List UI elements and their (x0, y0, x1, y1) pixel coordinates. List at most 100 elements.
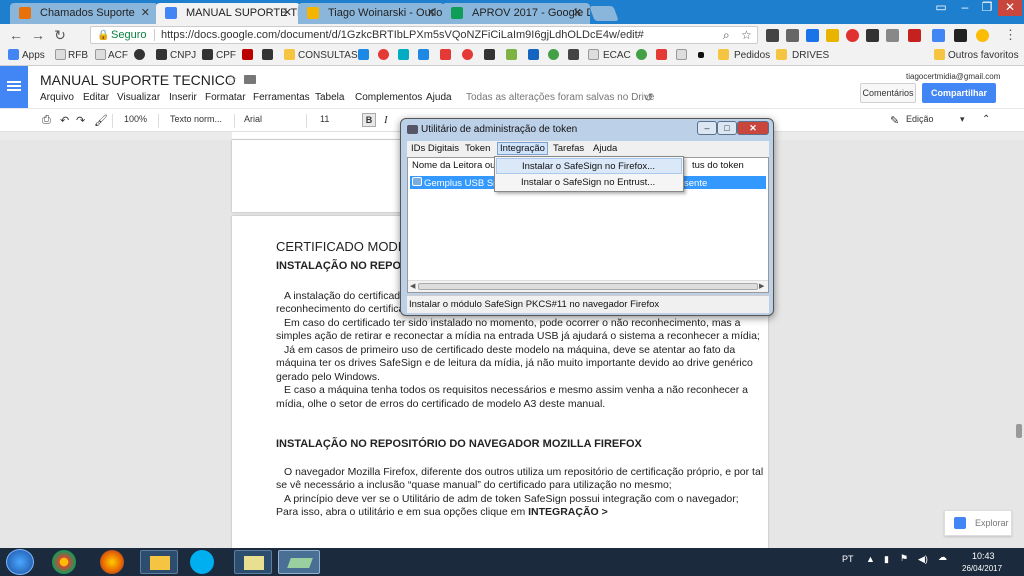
undo-icon[interactable]: ↶ (60, 114, 69, 127)
doc-line[interactable]: Já em casos de primeiro uso de certifica… (284, 344, 735, 357)
menu-tarefas[interactable]: Tarefas (553, 143, 584, 154)
horizontal-scrollbar[interactable]: ◀ ▶ (408, 280, 768, 292)
start-button[interactable] (6, 549, 34, 575)
bold-button[interactable]: B (362, 113, 376, 127)
bookmark-ecac[interactable]: ECAC (603, 49, 631, 63)
bookmark-cnpj[interactable]: CNPJ (170, 49, 196, 63)
search-icon[interactable]: ⌕ (723, 28, 730, 43)
page-scrollbar-thumb[interactable] (1016, 424, 1022, 438)
maximize-icon[interactable]: ❐ (976, 0, 998, 16)
close-icon[interactable]: ✕ (283, 3, 292, 24)
reload-icon[interactable]: ↻ (52, 27, 68, 43)
tab-chamados-suporte[interactable]: Chamados Suporte ✕ (10, 3, 158, 24)
share-button[interactable]: Compartilhar (922, 83, 996, 103)
menu-item-install-firefox[interactable]: Instalar o SafeSign no Firefox... (496, 158, 682, 174)
menu-arquivo[interactable]: Arquivo (40, 92, 74, 103)
star-icon[interactable]: ☆ (226, 72, 238, 88)
doc-line[interactable]: O navegador Mozilla Firefox, diferente d… (284, 466, 763, 479)
extension-icon[interactable] (786, 29, 799, 42)
doc-section-title[interactable]: INSTALAÇÃO NO REPOSITÓRIO DO NAVEGADOR M… (276, 438, 642, 451)
apps-grid-icon[interactable] (8, 49, 19, 60)
tray-expand-icon[interactable]: ▲ (866, 554, 875, 564)
font-size-select[interactable]: 11 (320, 114, 329, 124)
doc-section-title[interactable]: INSTALAÇÃO NO REPOSI (276, 260, 411, 273)
tab-outlook[interactable]: Tiago Woinarski - Outlook ✕ (298, 3, 444, 24)
new-tab-button[interactable] (589, 6, 619, 21)
menu-ferramentas[interactable]: Ferramentas (253, 92, 310, 103)
folder-app-icon[interactable] (234, 550, 272, 574)
comments-button[interactable]: Comentários (860, 83, 916, 103)
menu-token[interactable]: Token (465, 143, 490, 154)
clock-time[interactable]: 10:43 (972, 551, 995, 561)
explorer-icon[interactable] (140, 550, 178, 574)
italic-button[interactable]: I (384, 114, 388, 126)
menu-item-install-entrust[interactable]: Instalar o SafeSign no Entrust... (496, 175, 682, 191)
scroll-right-icon[interactable]: ▶ (759, 282, 764, 290)
bookmark-pedidos[interactable]: Pedidos (734, 49, 770, 63)
extension-icon[interactable] (866, 29, 879, 42)
print-icon[interactable]: ⎙ (42, 114, 51, 127)
minimize-icon[interactable]: – (954, 0, 976, 16)
mode-select[interactable]: Edição (906, 114, 934, 124)
doc-line[interactable]: A princípio deve ver se o Utilitário de … (284, 493, 739, 506)
menu-formatar[interactable]: Formatar (205, 92, 246, 103)
document-title[interactable]: MANUAL SUPORTE TECNICO (40, 72, 236, 88)
doc-line[interactable]: reconhecimento do certificado (276, 303, 416, 316)
cloud-icon[interactable]: ☁ (938, 552, 947, 563)
save-status[interactable]: Todas as alterações foram salvas no Driv… (466, 92, 654, 103)
docs-home-button[interactable] (0, 66, 28, 108)
folder-icon[interactable] (244, 75, 256, 84)
minimize-button[interactable]: – (697, 121, 717, 135)
doc-line[interactable]: máquina ter os drives SafeSign e de leit… (276, 357, 753, 370)
close-icon[interactable]: ✕ (427, 3, 436, 24)
paint-format-icon[interactable]: 🖌 (94, 114, 108, 127)
history-icon[interactable]: ↺ (644, 91, 653, 104)
bookmark-rfb[interactable]: RFB (68, 49, 88, 63)
star-icon[interactable]: ☆ (741, 28, 752, 42)
redo-icon[interactable]: ↷ (76, 114, 85, 127)
menu-ajuda[interactable]: Ajuda (593, 143, 617, 154)
menu-dots-icon[interactable]: ⋮ (1004, 27, 1017, 43)
menu-complementos[interactable]: Complementos (355, 92, 422, 103)
column-header-reader[interactable]: Nome da Leitora ou d (412, 160, 503, 171)
doc-line[interactable]: Em caso do certificado ter sido instalad… (284, 317, 740, 330)
address-bar[interactable]: 🔒 Seguro https://docs.google.com/documen… (90, 26, 758, 44)
skype-icon[interactable] (190, 550, 214, 574)
extension-icon[interactable] (932, 29, 945, 42)
bookmark-acf[interactable]: ACF (108, 49, 128, 63)
scroll-left-icon[interactable]: ◀ (410, 282, 415, 290)
bookmark-drives[interactable]: DRIVES (792, 49, 829, 63)
close-icon[interactable]: ✕ (573, 3, 582, 24)
back-arrow-icon[interactable]: ← (8, 27, 24, 43)
firefox-icon[interactable] (100, 550, 124, 574)
doc-line[interactable]: gerado pelo Windows. (276, 371, 380, 384)
profile-icon[interactable]: ▭ (930, 0, 952, 16)
window-close-icon[interactable]: ✕ (998, 0, 1022, 16)
bookmark-cpf[interactable]: CPF (216, 49, 236, 63)
language-indicator[interactable]: PT (842, 554, 854, 564)
bookmark-consultas[interactable]: CONSULTAS (298, 49, 358, 63)
explore-button[interactable]: Explorar (944, 510, 1012, 536)
zoom-select[interactable]: 100% (124, 114, 147, 124)
extension-icon[interactable] (886, 29, 899, 42)
clock-date[interactable]: 26/04/2017 (962, 564, 1002, 573)
volume-icon[interactable]: ◀) (918, 554, 928, 565)
url-text[interactable]: https://docs.google.com/document/d/1Gzkc… (161, 29, 644, 41)
doc-line[interactable]: E caso a máquina tenha todos os requisit… (284, 384, 748, 397)
network-icon[interactable]: ▮ (884, 554, 889, 565)
style-select[interactable]: Texto norm... (170, 114, 222, 124)
doc-line[interactable]: mídia, olhe o setor de erros do certific… (276, 398, 605, 411)
font-select[interactable]: Arial (244, 114, 262, 124)
extension-icon[interactable] (806, 29, 819, 42)
forward-arrow-icon[interactable]: → (30, 27, 46, 43)
opera-icon[interactable] (846, 29, 859, 42)
tab-google-drive[interactable]: APROV 2017 - Google Drive ✕ (442, 3, 590, 24)
bookmark-other[interactable]: Outros favoritos (948, 49, 1019, 63)
doc-line[interactable]: A instalação do certificado d (284, 290, 415, 303)
menu-inserir[interactable]: Inserir (169, 92, 197, 103)
chrome-icon[interactable] (52, 550, 76, 574)
user-email[interactable]: tiagocertmidia@gmail.com (906, 72, 1000, 81)
scrollbar-thumb[interactable] (418, 283, 758, 290)
token-admin-dialog[interactable]: Utilitário de administração de token – □… (400, 118, 774, 316)
tab-manual-suporte[interactable]: MANUAL SUPORTE TECNICO ✕ (156, 3, 300, 24)
